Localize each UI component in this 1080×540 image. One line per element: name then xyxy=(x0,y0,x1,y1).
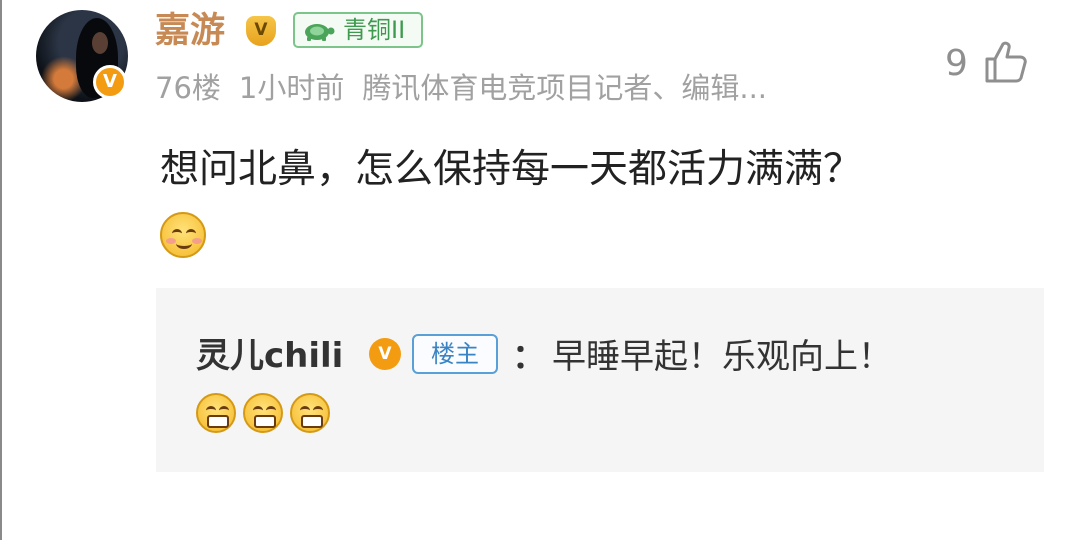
owner-badge: 楼主 xyxy=(412,334,498,374)
reply-text: 早睡早起！乐观向上！ xyxy=(552,337,892,377)
reply-container[interactable] xyxy=(156,288,1044,472)
vip-shield-icon: V xyxy=(246,16,276,46)
level-badge[interactable]: 青铜II xyxy=(293,12,423,48)
comment-meta: 76楼 1小时前 腾讯体育电竞项目记者、编辑... xyxy=(155,68,785,108)
grin-emoji xyxy=(290,393,330,433)
turtle-icon xyxy=(305,24,335,41)
verified-icon: V xyxy=(369,338,401,370)
reply-colon: ： xyxy=(512,337,546,377)
grin-emoji xyxy=(196,393,236,433)
comment-username[interactable]: 嘉游 xyxy=(155,8,225,54)
author-description: 腾讯体育电竞项目记者、编辑... xyxy=(362,71,768,105)
level-badge-label: 青铜II xyxy=(343,16,406,44)
grin-emoji xyxy=(243,393,283,433)
like-count: 9 xyxy=(945,43,968,84)
smile-emoji xyxy=(160,212,206,258)
floor-number: 76楼 xyxy=(155,71,221,105)
post-time: 1小时前 xyxy=(238,71,345,105)
verified-icon: V xyxy=(93,65,127,99)
comment-text: 想问北鼻，怎么保持每一天都活力满满？ xyxy=(160,147,863,192)
thumbs-up-icon[interactable] xyxy=(982,38,1030,86)
left-edge-divider xyxy=(0,0,2,540)
reply-username[interactable]: 灵儿chili xyxy=(196,333,343,379)
